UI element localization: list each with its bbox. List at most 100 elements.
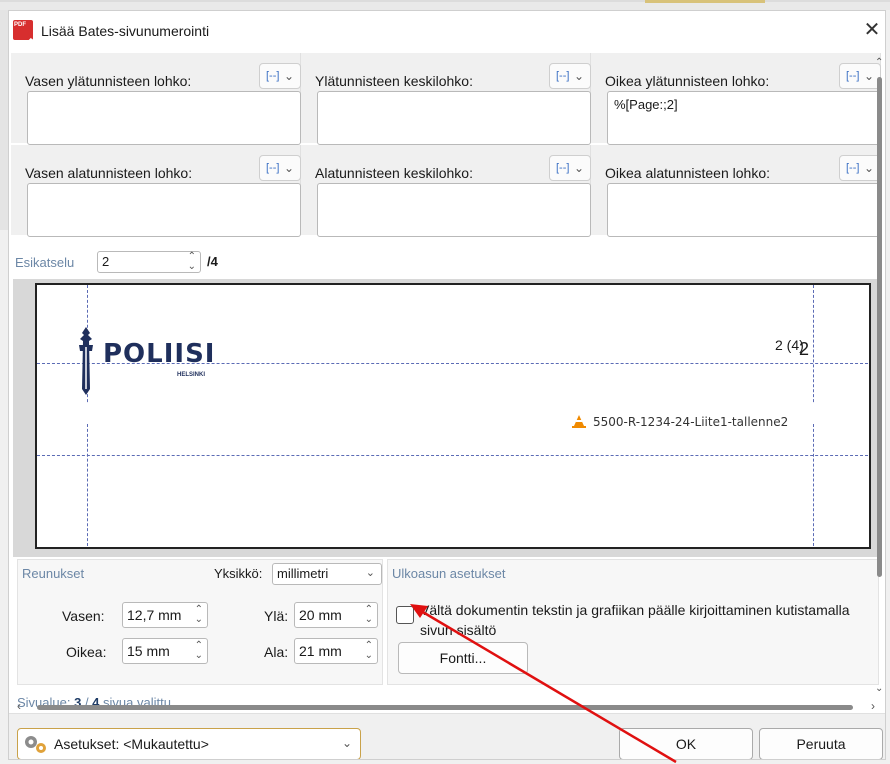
scroll-down-icon[interactable]: ⌄ [875, 683, 883, 694]
stepper-arrows-icon[interactable]: ⌃ ⌄ [365, 605, 373, 625]
background-accent [645, 0, 765, 3]
stepper-arrows-icon[interactable]: ⌃ ⌄ [365, 641, 373, 661]
footer-center-block: Alatunnisteen keskilohko: [--] ⌄ [301, 145, 591, 237]
margins-header: Reunukset [22, 566, 85, 581]
macro-icon: [--] [266, 70, 280, 82]
margin-bottom-label: Ala: [264, 644, 289, 660]
preview-label: Esikatselu [15, 255, 75, 270]
document-id: 5500-R-1234-24-Liite1-tallenne2 [593, 415, 789, 429]
header-blocks-row: Vasen ylätunnisteen lohko: [--] ⌄ Ylätunn… [11, 53, 881, 145]
stepper-arrows-icon[interactable]: ⌃ ⌄ [188, 252, 196, 272]
vertical-scroll-thumb[interactable] [877, 77, 882, 577]
margin-left-field[interactable]: 12,7 mm ⌃ ⌄ [122, 602, 208, 628]
footer-left-input[interactable] [27, 183, 301, 237]
header-left-block: Vasen ylätunnisteen lohko: [--] ⌄ [11, 53, 301, 145]
footer-center-label: Alatunnisteen keskilohko: [315, 165, 473, 181]
settings-select[interactable]: Asetukset: <Mukautettu> ⌄ [17, 728, 361, 759]
insert-macro-button[interactable]: [--] ⌄ [259, 63, 301, 89]
bates-dialog: PDF Lisää Bates-sivunumerointi ✕ Vasen y… [8, 10, 886, 760]
stepper-arrows-icon[interactable]: ⌃ ⌄ [195, 605, 203, 625]
margin-bottom-field[interactable]: 21 mm ⌃ ⌄ [294, 638, 378, 664]
unit-label: Yksikkö: [214, 566, 263, 581]
header-right-input[interactable]: %[Page:;2] [607, 91, 881, 145]
gears-icon [25, 736, 46, 753]
scroll-left-icon[interactable]: ‹ [17, 699, 21, 713]
shrink-content-checkbox[interactable] [396, 606, 414, 624]
header-center-input[interactable] [317, 91, 591, 145]
footer-right-block: Oikea alatunnisteen lohko: [--] ⌄ [591, 145, 881, 237]
vlc-cone-icon [572, 415, 586, 428]
chevron-down-icon: ⌄ [863, 69, 874, 83]
header-left-label: Vasen ylätunnisteen lohko: [25, 73, 192, 89]
logo-subtext: HELSINKI [177, 372, 206, 378]
macro-icon: [--] [846, 70, 860, 82]
settings-panels: Reunukset Yksikkö: millimetri ⌄ Vasen: 1… [11, 559, 881, 689]
scroll-up-icon[interactable]: ⌃ [875, 57, 883, 68]
logo-text: POLIISI [103, 339, 216, 369]
footer-left-label: Vasen alatunnisteen lohko: [25, 165, 193, 181]
preview-bates-number: 2 [799, 339, 810, 359]
preview-page-stepper[interactable]: 2 ⌃ ⌄ [97, 251, 201, 273]
macro-icon: [--] [556, 70, 570, 82]
guide-line-bottom [37, 455, 869, 456]
dialog-title: Lisää Bates-sivunumerointi [41, 23, 210, 39]
margin-top-value: 20 mm [299, 607, 342, 623]
police-badge-icon [79, 327, 93, 395]
unit-value: millimetri [277, 566, 329, 581]
margin-right-value: 15 mm [127, 643, 170, 659]
stepper-arrows-icon[interactable]: ⌃ ⌄ [195, 641, 203, 661]
title-bar: PDF Lisää Bates-sivunumerointi ✕ [9, 11, 885, 51]
background-window-strip [0, 0, 890, 10]
footer-blocks-row: Vasen alatunnisteen lohko: [--] ⌄ Alatunn… [11, 145, 881, 237]
chevron-down-icon: ⌄ [283, 161, 294, 175]
pdf-app-icon: PDF [13, 20, 33, 50]
chevron-down-icon: ⌄ [341, 736, 352, 750]
font-button[interactable]: Fontti... [398, 642, 528, 674]
header-left-input[interactable] [27, 91, 301, 145]
close-icon[interactable]: ✕ [859, 17, 885, 43]
macro-icon: [--] [846, 162, 860, 174]
preview-page-value: 2 [102, 254, 110, 269]
preview-header: Esikatselu 2 ⌃ ⌄ /4 [11, 249, 881, 275]
footer-center-input[interactable] [317, 183, 591, 237]
margin-right-label: Oikea: [66, 644, 107, 660]
margin-right-field[interactable]: 15 mm ⌃ ⌄ [122, 638, 208, 664]
horizontal-scroll-thumb[interactable] [37, 705, 853, 710]
footer-right-input[interactable] [607, 183, 881, 237]
chevron-down-icon: ⌄ [573, 69, 584, 83]
margin-bottom-value: 21 mm [299, 643, 342, 659]
appearance-panel: Ulkoasun asetukset Vältä dokumentin teks… [387, 559, 879, 685]
insert-macro-button[interactable]: [--] ⌄ [259, 155, 301, 181]
header-right-label: Oikea ylätunnisteen lohko: [605, 73, 770, 89]
margin-left-label: Vasen: [62, 608, 105, 624]
chevron-down-icon: ⌄ [365, 567, 375, 579]
appearance-header: Ulkoasun asetukset [392, 566, 506, 581]
margin-left-value: 12,7 mm [127, 607, 182, 623]
settings-label: Asetukset: <Mukautettu> [54, 736, 209, 752]
preview-page-total: /4 [207, 254, 218, 269]
dialog-footer: Asetukset: <Mukautettu> ⌄ OK Peruuta [9, 713, 885, 759]
header-right-block: Oikea ylätunnisteen lohko: [--] ⌄ %[Page:… [591, 53, 881, 145]
ok-button[interactable]: OK [619, 728, 753, 759]
horizontal-scrollbar[interactable]: ‹ › [17, 699, 875, 713]
insert-macro-button[interactable]: [--] ⌄ [549, 63, 591, 89]
chevron-down-icon: ⌄ [863, 161, 874, 175]
margins-panel: Reunukset Yksikkö: millimetri ⌄ Vasen: 1… [17, 559, 383, 685]
margin-top-label: Ylä: [264, 608, 289, 624]
margin-top-field[interactable]: 20 mm ⌃ ⌄ [294, 602, 378, 628]
chevron-down-icon: ⌄ [573, 161, 584, 175]
macro-icon: [--] [266, 162, 280, 174]
preview-page: POLIISI HELSINKI 2 (4) 2 5500-R-1234-24-… [35, 283, 871, 549]
vertical-scrollbar[interactable]: ⌃ ⌄ [875, 57, 885, 694]
header-center-label: Ylätunnisteen keskilohko: [315, 73, 473, 89]
unit-select[interactable]: millimetri ⌄ [272, 563, 382, 585]
macro-icon: [--] [556, 162, 570, 174]
header-center-block: Ylätunnisteen keskilohko: [--] ⌄ [301, 53, 591, 145]
insert-macro-button[interactable]: [--] ⌄ [549, 155, 591, 181]
chevron-down-icon: ⌄ [283, 69, 294, 83]
scroll-right-icon[interactable]: › [871, 699, 875, 713]
cancel-button[interactable]: Peruuta [759, 728, 883, 759]
footer-left-block: Vasen alatunnisteen lohko: [--] ⌄ [11, 145, 301, 237]
preview-area: POLIISI HELSINKI 2 (4) 2 5500-R-1234-24-… [13, 279, 879, 557]
shrink-content-label[interactable]: Vältä dokumentin tekstin ja grafiikan pä… [420, 600, 876, 640]
